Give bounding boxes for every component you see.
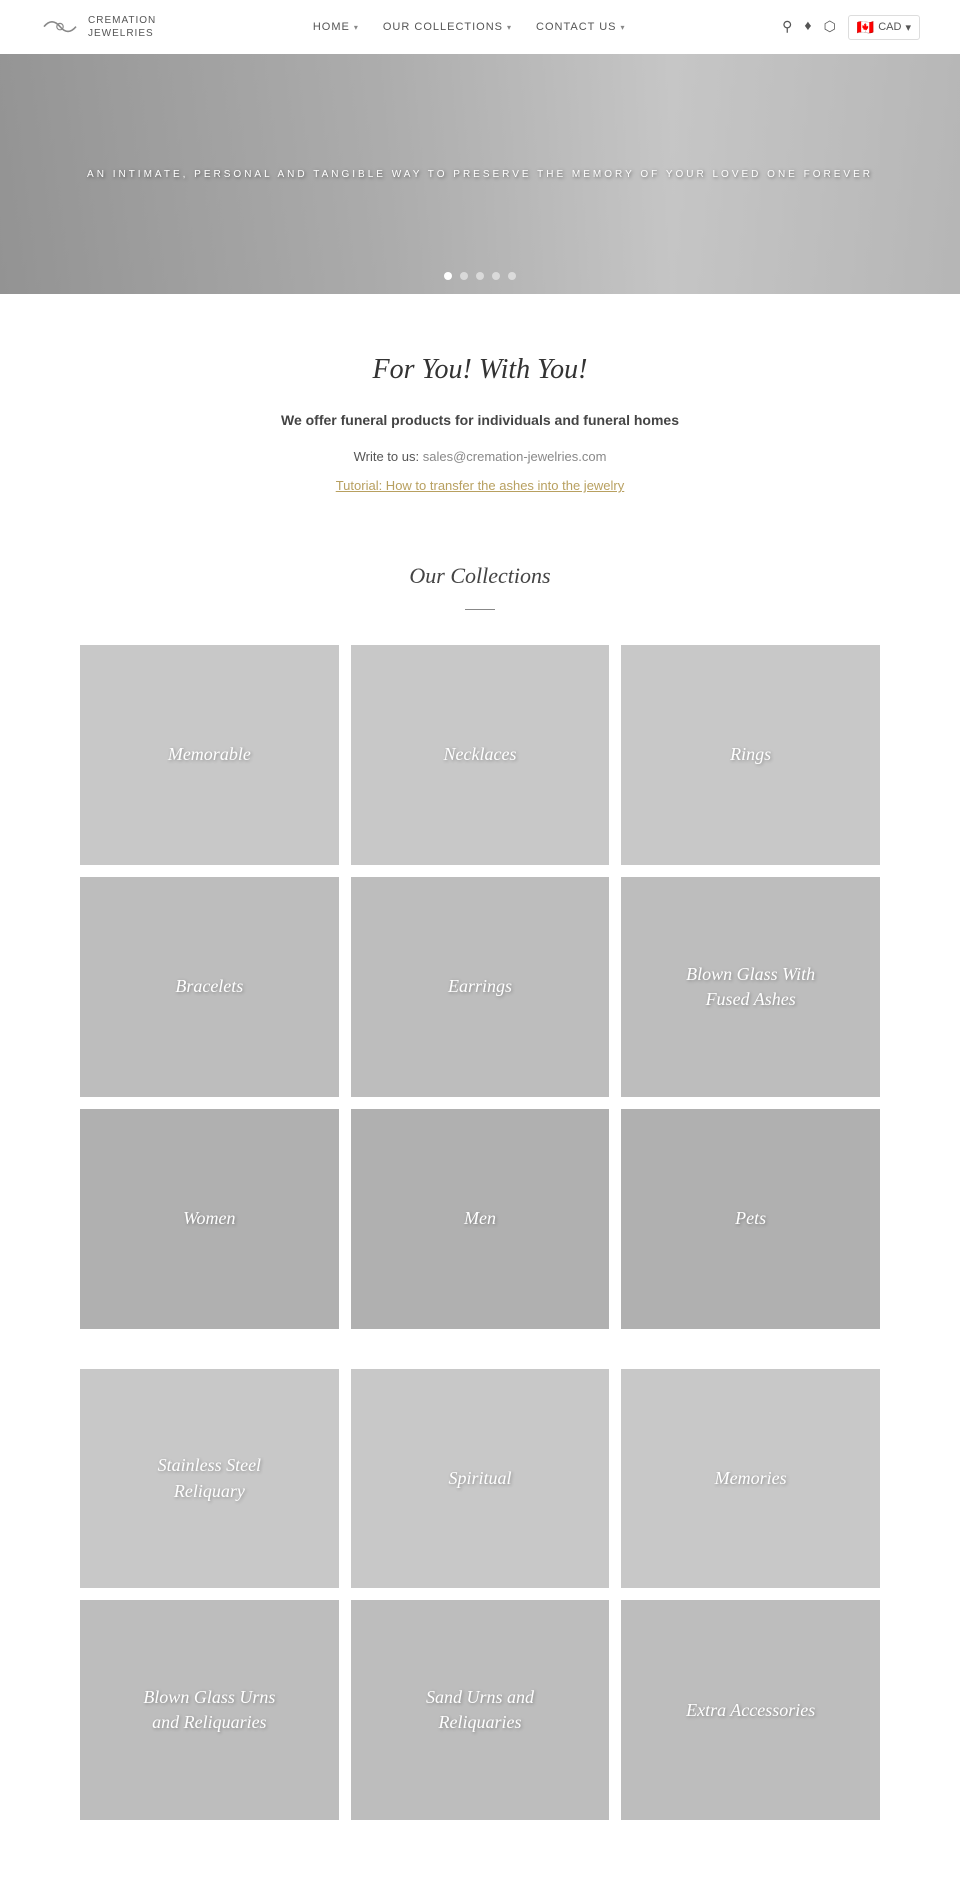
search-icon[interactable]: ⚲ <box>782 19 792 36</box>
collections-grid-row-5: Blown Glass Urnsand Reliquaries Sand Urn… <box>80 1600 880 1820</box>
collections-title: Our Collections <box>80 563 880 589</box>
collections-grid-row-4: Stainless SteelReliquary Spiritual Memor… <box>80 1369 880 1589</box>
intro-subtitle: We offer funeral products for individual… <box>120 410 840 431</box>
main-nav: HOME ▾ OUR COLLECTIONS ▾ CONTACT US ▾ <box>313 21 626 33</box>
collection-label-bracelets: Bracelets <box>167 966 251 1007</box>
collection-label-necklaces: Necklaces <box>436 734 525 775</box>
currency-arrow: ▾ <box>905 21 911 34</box>
email-link[interactable]: sales@cremation-jewelries.com <box>423 449 607 464</box>
tutorial-link[interactable]: Tutorial: How to transfer the ashes into… <box>120 478 840 493</box>
collection-card-memorable[interactable]: Memorable <box>80 645 339 865</box>
collection-card-necklaces[interactable]: Necklaces <box>351 645 610 865</box>
collection-label-sand-urns: Sand Urns andReliquaries <box>418 1677 542 1743</box>
logo-icon <box>40 12 80 42</box>
intro-title: For You! With You! <box>120 354 840 386</box>
collection-card-stainless-reliquary[interactable]: Stainless SteelReliquary <box>80 1369 339 1589</box>
collections-bottom: Stainless SteelReliquary Spiritual Memor… <box>80 1369 880 1821</box>
logo[interactable]: CREMATIONJEWELRIES <box>40 12 156 42</box>
email-label: Write to us: <box>354 449 420 464</box>
collection-label-rings: Rings <box>722 734 779 775</box>
hero-tagline: AN INTIMATE, PERSONAL AND TANGIBLE WAY T… <box>87 169 873 180</box>
collection-card-pets[interactable]: Pets <box>621 1109 880 1329</box>
currency-selector[interactable]: 🇨🇦 CAD ▾ <box>848 15 920 40</box>
nav-collections-arrow: ▾ <box>507 23 512 32</box>
collection-label-pets: Pets <box>727 1198 774 1239</box>
collections-divider <box>80 597 880 615</box>
nav-collections[interactable]: OUR COLLECTIONS ▾ <box>383 21 512 33</box>
nav-contact-arrow: ▾ <box>621 23 626 32</box>
collection-card-women[interactable]: Women <box>80 1109 339 1329</box>
collection-card-extra-accessories[interactable]: Extra Accessories <box>621 1600 880 1820</box>
collection-label-extra-accessories: Extra Accessories <box>678 1690 823 1731</box>
collections-grid-row-1: Memorable Necklaces Rings <box>80 645 880 865</box>
collection-card-memories[interactable]: Memories <box>621 1369 880 1589</box>
logo-text: CREMATIONJEWELRIES <box>88 14 156 40</box>
collection-card-men[interactable]: Men <box>351 1109 610 1329</box>
collection-label-memorable: Memorable <box>160 734 259 775</box>
carousel-dot-4[interactable] <box>492 272 500 280</box>
carousel-dot-3[interactable] <box>476 272 484 280</box>
collection-card-spiritual[interactable]: Spiritual <box>351 1369 610 1589</box>
collection-card-sand-urns[interactable]: Sand Urns andReliquaries <box>351 1600 610 1820</box>
collection-label-spiritual: Spiritual <box>440 1458 519 1499</box>
collection-card-rings[interactable]: Rings <box>621 645 880 865</box>
carousel-dot-5[interactable] <box>508 272 516 280</box>
flag-icon: 🇨🇦 <box>857 19 874 36</box>
hero-banner: AN INTIMATE, PERSONAL AND TANGIBLE WAY T… <box>0 54 960 294</box>
collection-label-blown-glass-urns: Blown Glass Urnsand Reliquaries <box>135 1677 283 1743</box>
intro-section: For You! With You! We offer funeral prod… <box>0 294 960 543</box>
carousel-dot-1[interactable] <box>444 272 452 280</box>
currency-label: CAD <box>878 21 901 33</box>
hero-carousel-dots <box>444 272 516 280</box>
collection-label-women: Women <box>175 1198 243 1239</box>
cart-icon[interactable]: ⬡ <box>824 19 836 36</box>
collection-card-blown-glass[interactable]: Blown Glass WithFused Ashes <box>621 877 880 1097</box>
collection-label-memories: Memories <box>707 1458 795 1499</box>
collections-grid-row-2: Bracelets Earrings Blown Glass WithFused… <box>80 877 880 1097</box>
nav-home-arrow: ▾ <box>354 23 359 32</box>
collection-label-stainless-reliquary: Stainless SteelReliquary <box>150 1445 269 1511</box>
collections-grid-row-3: Women Men Pets <box>80 1109 880 1329</box>
collection-card-earrings[interactable]: Earrings <box>351 877 610 1097</box>
carousel-dot-2[interactable] <box>460 272 468 280</box>
collections-section: Our Collections Memorable Necklaces Ring… <box>0 543 960 1892</box>
collection-label-men: Men <box>456 1198 504 1239</box>
collection-label-earrings: Earrings <box>440 966 520 1007</box>
collection-card-bracelets[interactable]: Bracelets <box>80 877 339 1097</box>
collection-card-blown-glass-urns[interactable]: Blown Glass Urnsand Reliquaries <box>80 1600 339 1820</box>
intro-email-line: Write to us: sales@cremation-jewelries.c… <box>120 449 840 464</box>
collection-label-blown-glass: Blown Glass WithFused Ashes <box>678 954 823 1020</box>
header-actions: ⚲ ♦ ⬡ 🇨🇦 CAD ▾ <box>782 15 920 40</box>
site-header: CREMATIONJEWELRIES HOME ▾ OUR COLLECTION… <box>0 0 960 54</box>
nav-home[interactable]: HOME ▾ <box>313 21 359 33</box>
user-icon[interactable]: ♦ <box>804 19 811 35</box>
nav-contact[interactable]: CONTACT US ▾ <box>536 21 626 33</box>
